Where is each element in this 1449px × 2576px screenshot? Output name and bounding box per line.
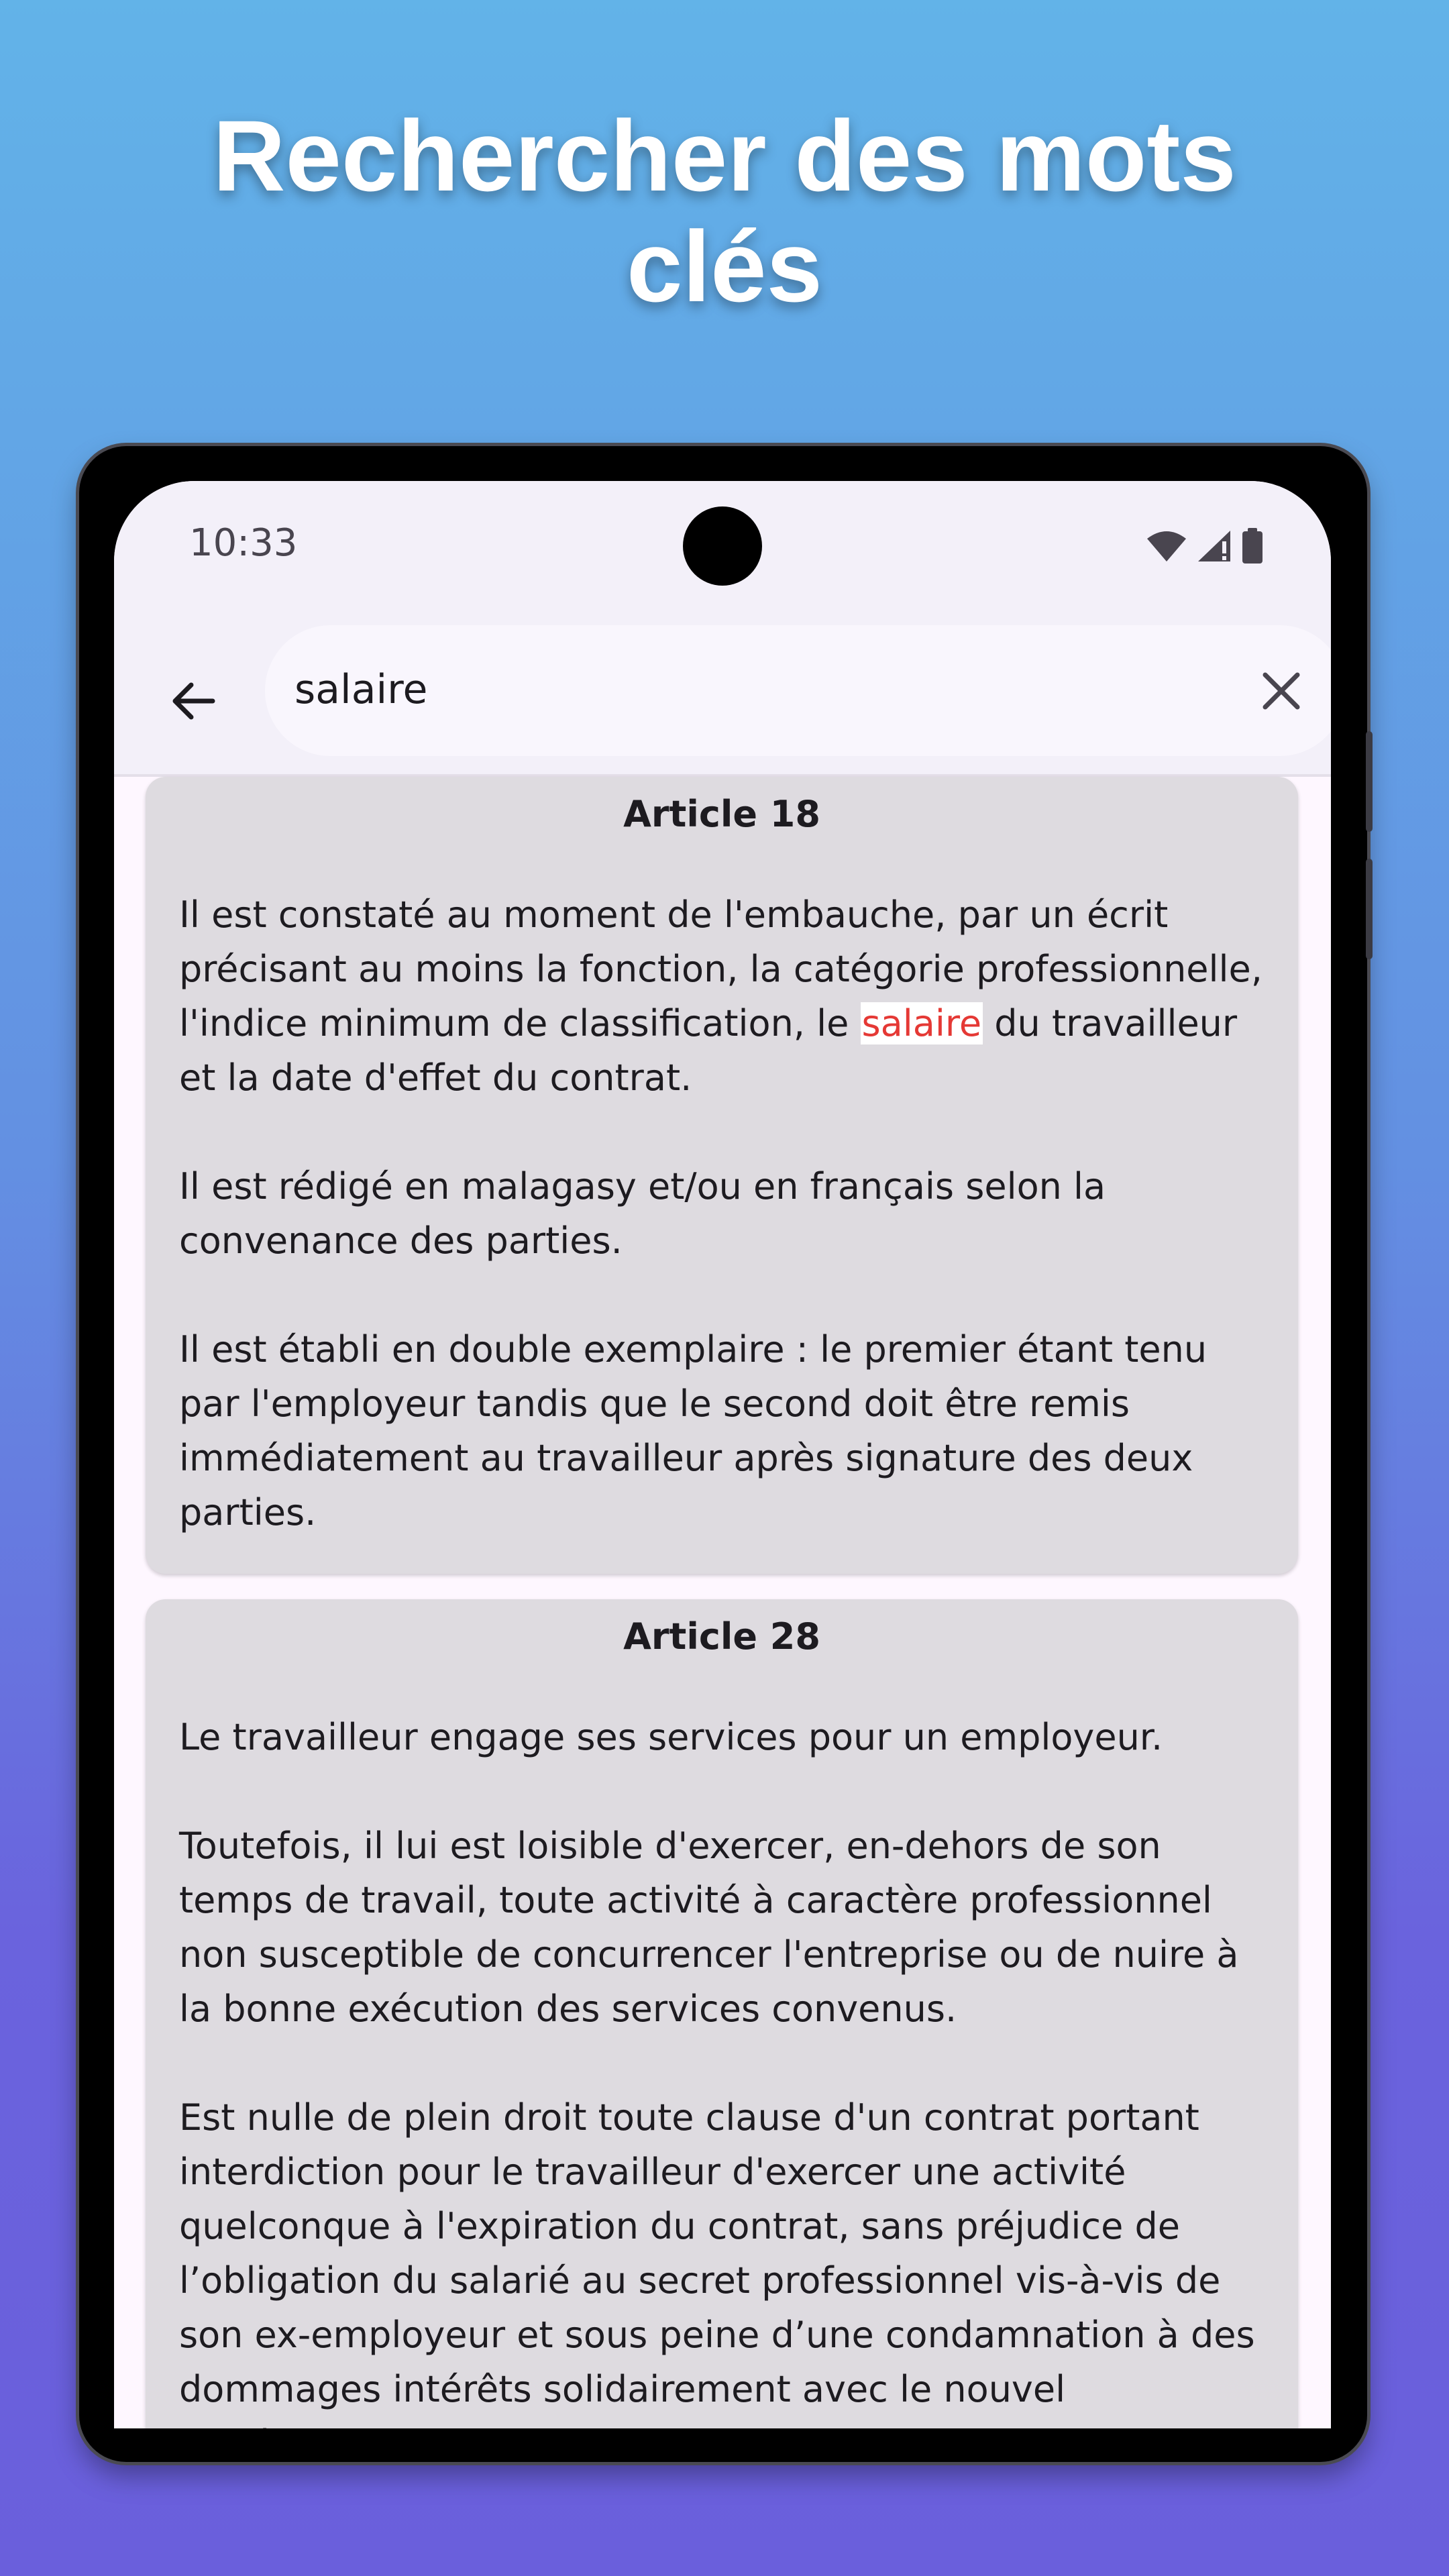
search-input[interactable] [293, 655, 1168, 724]
article-title: Article 18 [623, 793, 820, 835]
result-card[interactable]: Article 28 Le travailleur engage ses ser… [146, 1599, 1298, 2428]
power-button [1366, 859, 1373, 959]
article-paragraph: Toutefois, il lui est loisible d'exercer… [179, 1825, 1239, 2030]
status-bar: 10:33 [114, 481, 1331, 625]
article-paragraph: Il est établi en double exemplaire : le … [179, 1328, 1208, 1534]
article-title: Article 28 [623, 1615, 820, 1658]
volume-button [1366, 731, 1373, 832]
search-field[interactable] [265, 625, 1331, 756]
article-paragraph: Le travailleur engage ses services pour … [179, 1716, 1163, 1758]
promo-headline-line1: Rechercher des mots [213, 99, 1236, 212]
article-paragraph: Est nulle de plein droit toute clause d'… [179, 2096, 1255, 2428]
search-app-bar [114, 625, 1331, 777]
status-time: 10:33 [189, 521, 298, 565]
device-screen: 10:33 salaire Article 18 Il est constaté… [114, 481, 1331, 2428]
signal-icon [1197, 529, 1232, 566]
article-paragraph: Il est constaté au moment de l'embauche,… [179, 888, 1265, 1105]
keyword-highlight: salaire [860, 1002, 983, 1044]
promo-headline-line2: clés [627, 210, 822, 323]
wifi-icon [1146, 529, 1187, 566]
article-body: Le travailleur engage ses services pour … [179, 1710, 1265, 2428]
back-button[interactable] [156, 665, 229, 739]
front-camera [683, 506, 762, 586]
close-icon [1260, 669, 1303, 715]
battery-icon [1241, 528, 1264, 567]
article-body: Il est constaté au moment de l'embauche,… [179, 888, 1265, 1594]
promo-headline: Rechercher des mots clés [0, 101, 1449, 322]
arrow-back-icon [168, 677, 217, 728]
clear-search-button[interactable] [1244, 655, 1318, 729]
article-paragraph: Il est rédigé en malagasy et/ou en franç… [179, 1165, 1106, 1262]
status-icons [1146, 528, 1264, 567]
result-card[interactable]: Article 18 Il est constaté au moment de … [146, 777, 1298, 1574]
